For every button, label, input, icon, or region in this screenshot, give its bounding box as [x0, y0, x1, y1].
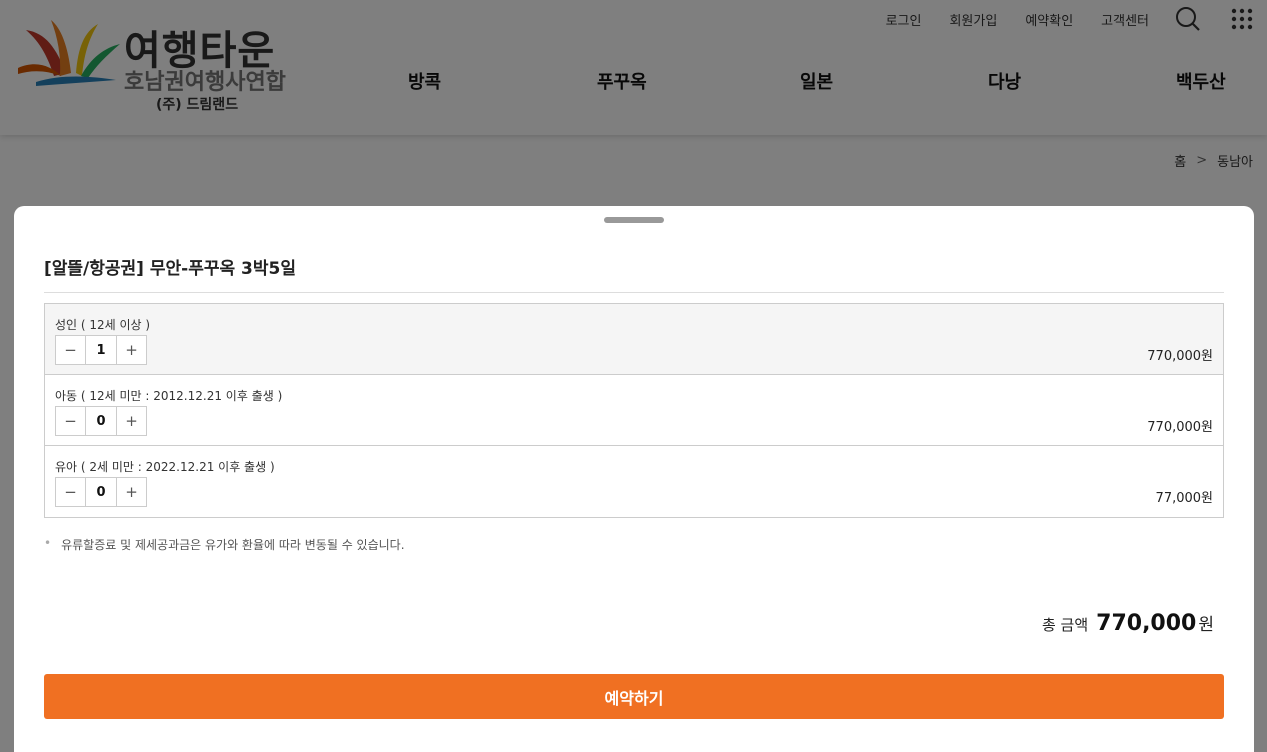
- option-price: 770,000원: [1147, 420, 1213, 435]
- decrease-button[interactable]: −: [56, 407, 85, 435]
- sheet-drag-handle[interactable]: [604, 217, 664, 223]
- booking-sheet: [알뜰/항공권] 무안-푸꾸옥 3박5일 성인 ( 12세 이상 ) − 1 +…: [14, 206, 1254, 752]
- option-label: 유아 ( 2세 미만 : 2022.12.21 이후 출생 ): [55, 460, 275, 474]
- quantity-value[interactable]: 0: [85, 478, 117, 506]
- total-amount: 770,000: [1096, 611, 1197, 636]
- quantity-value[interactable]: 1: [85, 336, 117, 364]
- quantity-stepper: − 1 +: [55, 335, 147, 365]
- option-price: 77,000원: [1155, 491, 1213, 506]
- option-price: 770,000원: [1147, 349, 1213, 364]
- quantity-stepper: − 0 +: [55, 406, 147, 436]
- increase-button[interactable]: +: [117, 336, 146, 364]
- quantity-stepper: − 0 +: [55, 477, 147, 507]
- option-label: 아동 ( 12세 미만 : 2012.12.21 이후 출생 ): [55, 389, 283, 403]
- divider: [44, 292, 1224, 293]
- bullet-icon: •: [44, 536, 52, 550]
- option-row-child: 아동 ( 12세 미만 : 2012.12.21 이후 출생 ) − 0 + 7…: [45, 375, 1223, 446]
- decrease-button[interactable]: −: [56, 336, 85, 364]
- increase-button[interactable]: +: [117, 407, 146, 435]
- total-price: 총 금액 770,000 원: [1042, 610, 1214, 636]
- quantity-value[interactable]: 0: [85, 407, 117, 435]
- decrease-button[interactable]: −: [56, 478, 85, 506]
- price-notice: • 유류할증료 및 제세공과금은 유가와 환율에 따라 변동될 수 있습니다.: [44, 536, 405, 553]
- option-label: 성인 ( 12세 이상 ): [55, 318, 151, 332]
- reserve-button[interactable]: 예약하기: [44, 674, 1224, 719]
- passenger-options: 성인 ( 12세 이상 ) − 1 + 770,000원 아동 ( 12세 미만…: [44, 303, 1224, 518]
- total-label: 총 금액: [1041, 616, 1089, 634]
- increase-button[interactable]: +: [117, 478, 146, 506]
- option-row-adult: 성인 ( 12세 이상 ) − 1 + 770,000원: [45, 304, 1223, 375]
- notice-text: 유류할증료 및 제세공과금은 유가와 환율에 따라 변동될 수 있습니다.: [61, 538, 405, 552]
- product-title: [알뜰/항공권] 무안-푸꾸옥 3박5일: [44, 259, 296, 279]
- option-row-infant: 유아 ( 2세 미만 : 2022.12.21 이후 출생 ) − 0 + 77…: [45, 446, 1223, 517]
- total-unit: 원: [1198, 615, 1214, 635]
